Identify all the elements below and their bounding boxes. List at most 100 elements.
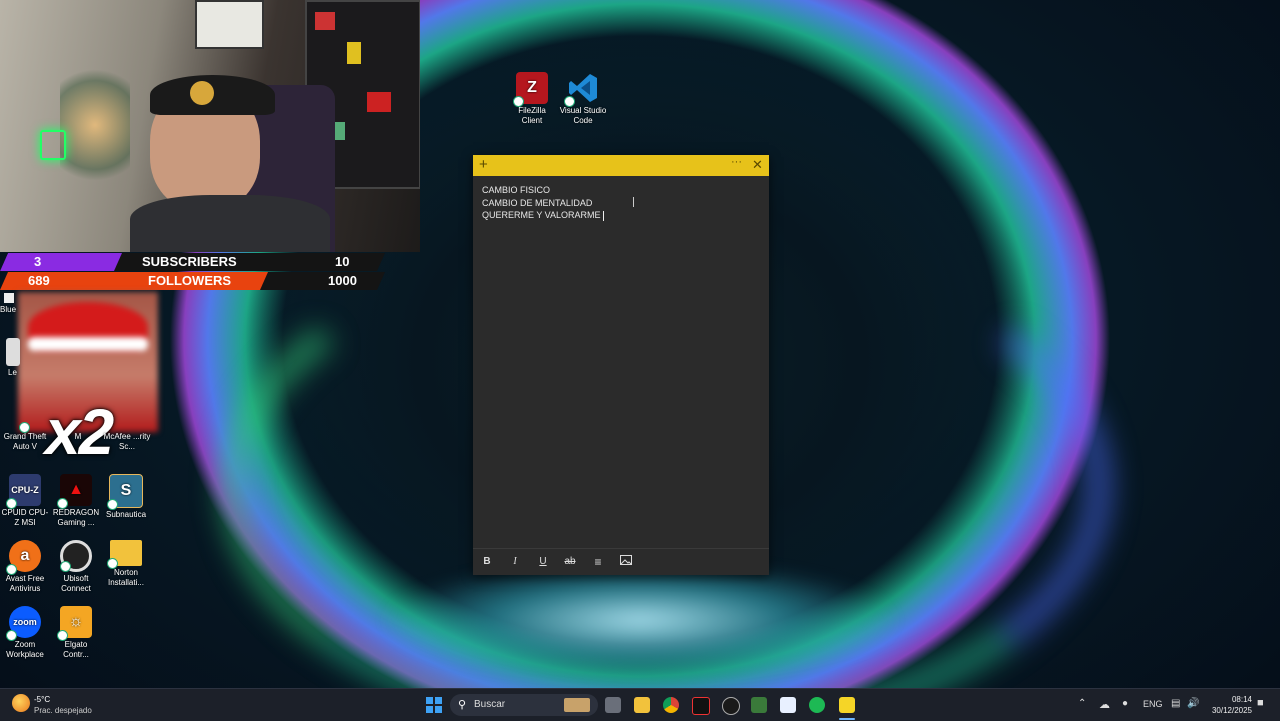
subscribers-progress <box>0 253 122 271</box>
folder-icon <box>107 540 142 569</box>
note-line: CAMBIO FISICO <box>482 185 551 195</box>
app-icon[interactable] <box>780 697 796 713</box>
desktop: 3 SUBSCRIBERS 10 689 FOLLOWERS 1000 x2 Z… <box>0 0 1280 688</box>
desktop-icon-label: M <box>74 432 82 441</box>
search-highlight-icon <box>564 698 590 712</box>
green-light <box>40 130 66 160</box>
bold-button[interactable]: B <box>480 555 494 569</box>
notification-icon[interactable]: ■ <box>1257 697 1264 709</box>
sticky-note-text-area[interactable]: CAMBIO FISICO CAMBIO DE MENTALIDAD QUERE… <box>473 176 769 230</box>
desktop-icon-avast[interactable]: a Avast Free Antivirus <box>0 540 50 594</box>
app-icon <box>6 338 20 366</box>
gta-icon <box>9 410 41 433</box>
weather-temp: -5°C <box>34 695 51 704</box>
shirt <box>130 195 330 252</box>
stream-stats-overlay: 3 SUBSCRIBERS 10 689 FOLLOWERS 1000 <box>0 252 390 290</box>
clock[interactable]: 08:14 30/12/2025 <box>1206 694 1252 716</box>
cap <box>150 75 275 115</box>
tiktok-icon[interactable] <box>692 697 710 715</box>
desktop-icon-label: Elgato Contr... <box>63 640 89 659</box>
desktop-icon-zoom[interactable]: zoom Zoom Workplace <box>0 606 50 660</box>
desktop-icon-cpuz[interactable]: CPU-Z CPUID CPU-Z MSI <box>0 474 50 528</box>
followers-current: 689 <box>28 273 50 288</box>
vscode-icon <box>564 72 599 107</box>
ellipsis-icon[interactable]: ··· <box>731 156 742 168</box>
followers-label: FOLLOWERS <box>148 273 232 288</box>
avast-icon: a <box>6 540 41 575</box>
time: 08:14 <box>1231 695 1252 704</box>
filezilla-icon: Z <box>513 72 548 107</box>
christmas-tree <box>60 60 130 190</box>
note-line: CAMBIO DE MENTALIDAD <box>482 197 593 208</box>
search-placeholder: Buscar <box>474 699 506 710</box>
sticky-notes-icon[interactable] <box>839 697 855 713</box>
desktop-icon-label: Ubisoft Connect <box>61 574 91 593</box>
desktop-icon-label: CPUID CPU-Z MSI <box>1 508 49 527</box>
webcam-feed <box>0 0 420 252</box>
windows-start-icon[interactable] <box>426 697 442 713</box>
desktop-icon-subnautica[interactable]: S Subnautica <box>101 474 151 520</box>
desktop-icon-filezilla[interactable]: Z FileZilla Client <box>507 72 557 126</box>
microphone-icon[interactable]: ● <box>1122 698 1128 709</box>
desktop-icon-le-partial[interactable]: Le <box>0 338 20 378</box>
desktop-icon-elgato[interactable]: ☼ Elgato Contr... <box>51 606 101 660</box>
ubisoft-icon <box>60 540 92 572</box>
file-explorer-icon[interactable] <box>634 697 650 713</box>
subscribers-current: 3 <box>34 254 42 269</box>
sticky-note-toolbar: B I U ab ≡ <box>473 548 769 575</box>
redragon-icon: ▲ <box>57 474 92 509</box>
desktop-icon-label: Avast Free Antivirus <box>5 574 45 593</box>
subscribers-bar: 3 SUBSCRIBERS 10 <box>0 253 385 271</box>
subnautica-icon: S <box>107 474 143 510</box>
desktop-icon-gta[interactable]: Grand Theft Auto V <box>0 410 50 452</box>
close-icon[interactable]: ✕ <box>752 157 763 172</box>
plus-icon[interactable]: + <box>479 157 488 172</box>
desktop-icon-vscode[interactable]: Visual Studio Code <box>558 72 608 126</box>
strikethrough-button[interactable]: ab <box>563 555 577 569</box>
desktop-icon-label: Subnautica <box>105 510 147 519</box>
taskbar: -5°C Prac. despejado ⚲ Buscar ⌃ ☁ ● ENG … <box>0 688 1280 721</box>
wallpaper-glow-bottom <box>380 560 900 680</box>
desktop-icon-redragon[interactable]: ▲ REDRAGON Gaming ... <box>51 474 101 528</box>
weather-widget[interactable]: -5°C Prac. despejado <box>34 694 92 716</box>
underline-button[interactable]: U <box>536 555 550 569</box>
weather-icon[interactable] <box>12 694 30 712</box>
zoom-icon: zoom <box>6 606 41 641</box>
bullet-list-icon[interactable]: ≡ <box>591 555 605 569</box>
search-box[interactable]: ⚲ Buscar <box>450 694 598 716</box>
image-icon[interactable] <box>619 555 633 569</box>
language-indicator[interactable]: ENG <box>1143 699 1163 709</box>
desktop-icon-label: REDRAGON Gaming ... <box>52 508 100 527</box>
app-icon[interactable] <box>751 697 767 713</box>
italic-button[interactable]: I <box>508 555 522 569</box>
elgato-icon: ☼ <box>57 606 92 641</box>
speaker-icon[interactable]: 🔊 <box>1187 698 1199 709</box>
desktop-icon-norton[interactable]: Norton Installati... <box>101 540 151 588</box>
desktop-icon-label: Norton Installati... <box>107 568 144 587</box>
desktop-icon-label: Zoom Workplace <box>6 640 44 659</box>
i-beam-cursor-icon <box>633 197 634 207</box>
desktop-icon-m-partial[interactable]: M <box>58 432 98 442</box>
desktop-icon-label: McAfee ...rity Sc... <box>103 432 151 451</box>
sticky-note-header[interactable]: + ··· ✕ <box>473 155 769 176</box>
desktop-icon-label: Visual Studio Code <box>559 106 607 125</box>
desktop-icon-label: Blue <box>0 305 17 314</box>
text-cursor <box>602 210 604 221</box>
chevron-up-icon[interactable]: ⌃ <box>1078 698 1086 709</box>
date: 30/12/2025 <box>1211 706 1252 715</box>
desktop-icon-ubisoft[interactable]: Ubisoft Connect <box>51 540 101 594</box>
followers-goal: 1000 <box>328 273 357 288</box>
task-view-icon[interactable] <box>605 697 621 713</box>
obs-icon[interactable] <box>722 697 740 715</box>
weather-desc: Prac. despejado <box>34 706 92 715</box>
search-icon: ⚲ <box>458 699 467 711</box>
desktop-icon-blue-partial[interactable]: Blue <box>0 293 22 315</box>
sticky-note-window[interactable]: + ··· ✕ CAMBIO FISICO CAMBIO DE MENTALID… <box>473 155 769 575</box>
desktop-icon-label: Grand Theft Auto V <box>3 432 47 451</box>
wall-painting <box>195 0 264 49</box>
spotify-icon[interactable] <box>809 697 825 713</box>
chrome-icon[interactable] <box>663 697 679 713</box>
cloud-icon[interactable]: ☁ <box>1099 698 1110 711</box>
desktop-icon-mcafee[interactable]: McAfee ...rity Sc... <box>102 432 152 452</box>
network-icon[interactable]: ▤ <box>1171 698 1180 709</box>
